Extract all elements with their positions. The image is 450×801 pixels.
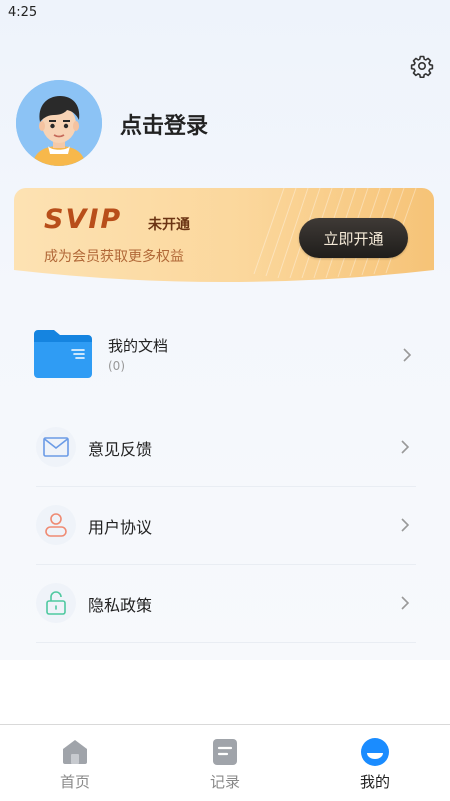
login-link[interactable]: 点击登录 xyxy=(120,108,208,140)
chevron-right-icon xyxy=(401,596,410,610)
tab-records[interactable]: 记录 xyxy=(150,725,300,801)
avatar[interactable] xyxy=(16,80,102,166)
mail-icon xyxy=(43,437,69,457)
tab-label: 首页 xyxy=(59,773,90,791)
my-documents-row[interactable]: 我的文档 (0) xyxy=(16,314,434,398)
vip-open-button[interactable]: 立即开通 xyxy=(299,218,408,258)
documents-count: (0) xyxy=(108,359,125,373)
tab-profile[interactable]: 我的 xyxy=(300,725,450,801)
status-time: 4:25 xyxy=(8,5,38,20)
menu-item-privacy-policy[interactable]: 隐私政策 xyxy=(36,564,416,643)
profile-icon xyxy=(361,738,389,766)
tab-label: 记录 xyxy=(209,773,240,791)
vip-card[interactable]: SVIP 未开通 成为会员获取更多权益 立即开通 xyxy=(14,188,434,286)
status-bar: 4:25 xyxy=(0,0,450,26)
gear-icon xyxy=(410,55,434,78)
tab-label: 我的 xyxy=(359,773,390,791)
unlock-icon xyxy=(46,591,66,615)
vip-status: 未开通 xyxy=(148,217,190,233)
chevron-right-icon xyxy=(401,440,410,454)
user-icon xyxy=(45,513,67,537)
folder-icon xyxy=(34,330,92,378)
record-icon xyxy=(213,739,237,765)
menu-item-label: 隐私政策 xyxy=(88,596,153,615)
chevron-right-icon xyxy=(401,518,410,532)
menu-item-user-agreement[interactable]: 用户协议 xyxy=(36,486,416,565)
tab-home[interactable]: 首页 xyxy=(0,725,150,801)
vip-description: 成为会员获取更多权益 xyxy=(44,249,184,265)
home-icon xyxy=(63,740,87,764)
avatar-image xyxy=(16,80,102,166)
documents-title: 我的文档 xyxy=(108,337,169,355)
settings-button[interactable] xyxy=(408,52,436,80)
vip-logo: SVIP xyxy=(44,204,123,235)
menu-item-label: 意见反馈 xyxy=(88,440,153,459)
bottom-tab-bar: 首页 记录 我的 xyxy=(0,724,450,801)
chevron-right-icon xyxy=(403,348,412,362)
menu-item-label: 用户协议 xyxy=(88,518,153,537)
menu-item-feedback[interactable]: 意见反馈 xyxy=(36,408,416,487)
